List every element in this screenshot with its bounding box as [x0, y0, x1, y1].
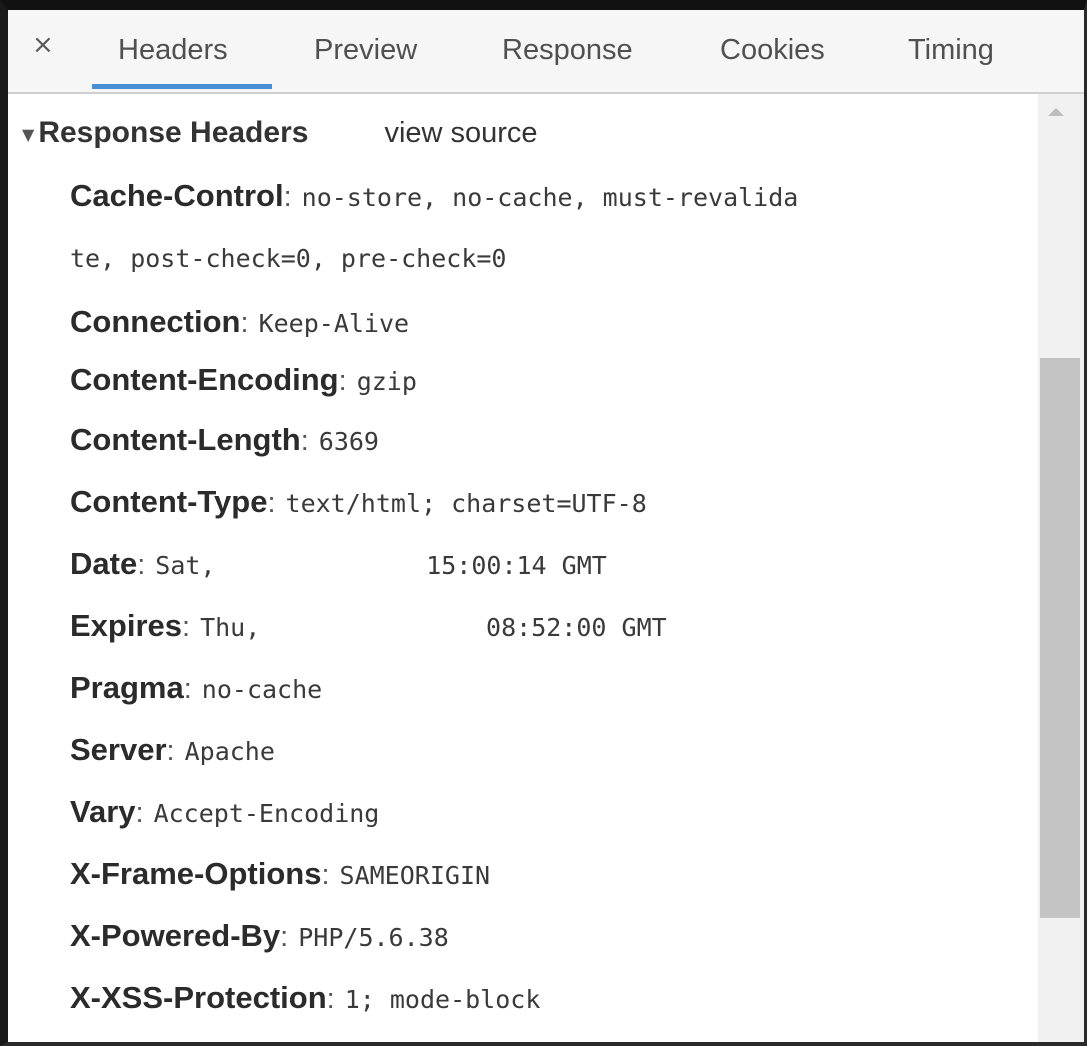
section-title: Response Headers	[38, 116, 309, 149]
tab-headers[interactable]: Headers	[118, 36, 228, 65]
tab-response[interactable]: Response	[502, 36, 633, 65]
header-name: X-XSS-Protection	[70, 980, 327, 1015]
header-name: Server	[70, 732, 167, 767]
active-tab-indicator	[92, 84, 272, 89]
header-row-vary: Vary: Accept-Encoding	[70, 796, 379, 828]
header-name: Expires	[70, 608, 183, 643]
tab-bar: × Headers Preview Response Cookies Timin…	[8, 10, 1084, 94]
header-value: text/html; charset=UTF-8	[285, 489, 647, 518]
header-row-expires: Expires: Thu, 08:52:00 GMT	[70, 610, 667, 642]
header-name: Date	[70, 546, 138, 581]
header-colon: :	[240, 307, 249, 339]
header-value: Keep-Alive	[258, 309, 410, 338]
header-value: 1; mode-block	[344, 985, 541, 1014]
view-source-link[interactable]: view source	[384, 117, 537, 149]
header-colon: :	[166, 735, 175, 767]
header-colon: :	[326, 983, 335, 1015]
header-name: Connection	[70, 304, 241, 339]
header-value: SAMEORIGIN	[339, 861, 491, 890]
scroll-up-arrow-icon[interactable]	[1048, 108, 1064, 116]
header-row-cache-control-wrap: te, post-check=0, pre-check=0	[70, 246, 507, 271]
header-row-content-encoding: Content-Encoding: gzip	[70, 364, 417, 396]
tab-timing[interactable]: Timing	[908, 36, 994, 65]
header-value: 6369	[318, 427, 379, 456]
tab-preview[interactable]: Preview	[314, 36, 417, 65]
header-row-connection: Connection: Keep-Alive	[70, 306, 409, 338]
header-value: Thu, 08:52:00 GMT	[200, 613, 667, 642]
header-name: Vary	[70, 794, 136, 829]
response-headers-section-header[interactable]: ▼ Response Headers view source	[22, 118, 538, 148]
header-row-x-xss-protection: X-XSS-Protection: 1; mode-block	[70, 982, 540, 1014]
header-colon: :	[338, 365, 347, 397]
headers-content: ▼ Response Headers view source Cache-Contr…	[8, 94, 1038, 1042]
header-name: Content-Length	[70, 422, 301, 457]
header-name: X-Frame-Options	[70, 856, 322, 891]
header-name: X-Powered-By	[70, 918, 281, 953]
header-name: Pragma	[70, 670, 184, 705]
header-colon: :	[300, 425, 309, 457]
header-value: no-cache	[201, 675, 323, 704]
header-row-server: Server: Apache	[70, 734, 275, 766]
header-colon: :	[182, 611, 191, 643]
header-colon: :	[135, 797, 144, 829]
header-value: PHP/5.6.38	[298, 923, 449, 952]
header-name: Content-Type	[70, 484, 268, 519]
header-value: Sat, 15:00:14 GMT	[155, 551, 607, 580]
header-colon: :	[183, 673, 192, 705]
vertical-scrollbar[interactable]	[1038, 94, 1084, 1042]
header-row-x-frame-options: X-Frame-Options: SAMEORIGIN	[70, 858, 490, 890]
header-row-content-type: Content-Type: text/html; charset=UTF-8	[70, 486, 647, 518]
header-value: gzip	[356, 367, 417, 396]
header-row-pragma: Pragma: no-cache	[70, 672, 322, 704]
header-colon: :	[280, 921, 289, 953]
header-colon: :	[321, 859, 330, 891]
header-row-date: Date: Sat, 15:00:14 GMT	[70, 548, 607, 580]
header-colon: :	[137, 549, 146, 581]
header-value: no-store, no-cache, must-revalida	[301, 183, 799, 212]
header-row-content-length: Content-Length: 6369	[70, 424, 379, 456]
header-value: Accept-Encoding	[153, 799, 380, 828]
scrollbar-thumb[interactable]	[1040, 358, 1080, 918]
tab-cookies[interactable]: Cookies	[720, 36, 825, 65]
header-colon: :	[267, 487, 276, 519]
header-name: Content-Encoding	[70, 362, 339, 397]
header-name: Cache-Control	[70, 178, 284, 213]
devtools-network-panel: × Headers Preview Response Cookies Timin…	[0, 0, 1087, 1046]
close-icon[interactable]: ×	[32, 32, 54, 58]
header-row-cache-control: Cache-Control: no-store, no-cache, must-r…	[70, 180, 798, 212]
header-value: Apache	[184, 737, 275, 766]
header-row-x-powered-by: X-Powered-By: PHP/5.6.38	[70, 920, 449, 952]
header-value-continued: te, post-check=0, pre-check=0	[70, 244, 507, 273]
collapse-triangle-icon[interactable]: ▼	[22, 127, 34, 143]
header-colon: :	[283, 181, 292, 213]
